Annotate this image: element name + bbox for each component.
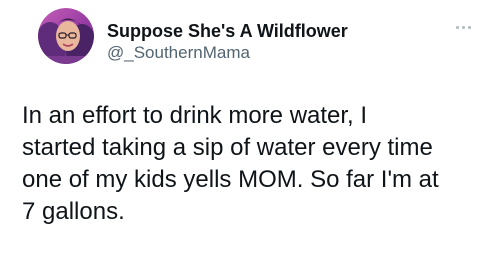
tweet-card[interactable]: Suppose She's A Wildflower @_SouthernMam…: [0, 0, 500, 267]
tweet-author[interactable]: Suppose She's A Wildflower @_SouthernMam…: [107, 20, 348, 64]
more-dot: [455, 25, 459, 29]
avatar-image: [38, 8, 94, 64]
author-display-name[interactable]: Suppose She's A Wildflower: [107, 20, 348, 42]
tweet-text: In an effort to drink more water, I star…: [22, 102, 439, 225]
more-dot: [467, 25, 471, 29]
more-horizontal-icon[interactable]: [452, 20, 474, 34]
more-dot: [461, 25, 465, 29]
author-handle[interactable]: @_SouthernMama: [107, 42, 348, 64]
avatar[interactable]: [38, 8, 94, 64]
